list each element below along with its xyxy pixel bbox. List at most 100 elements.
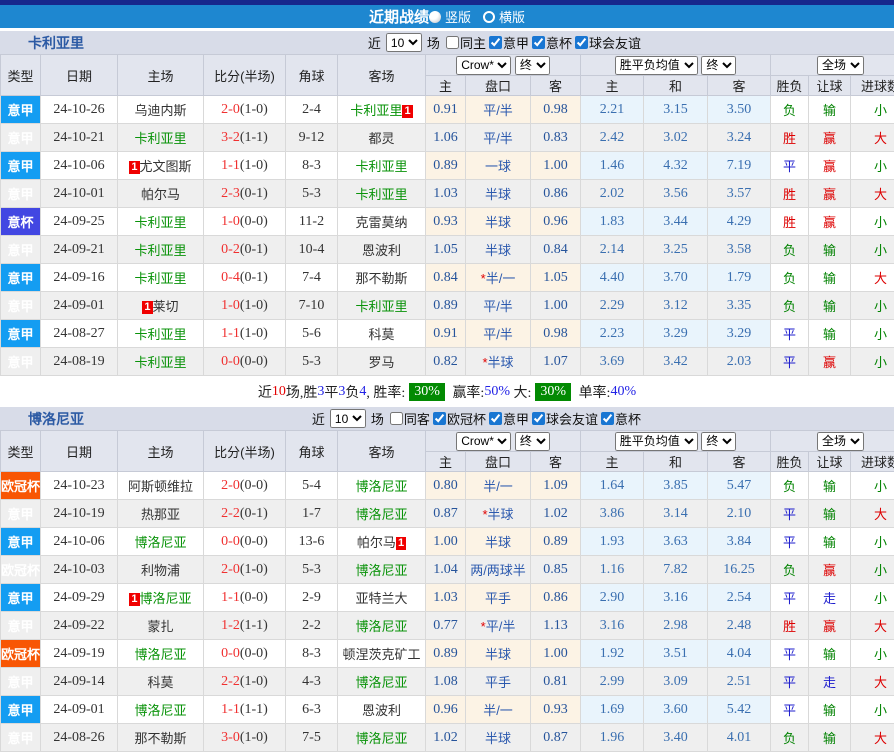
handicap-value: 平/半 <box>466 124 531 152</box>
team-text: 乌迪内斯 <box>134 103 186 118</box>
handicap-text: 半球 <box>485 243 511 258</box>
league-checkbox[interactable] <box>489 412 502 425</box>
avg-home-value: 2.99 <box>581 668 644 696</box>
red-card-badge: 1 <box>402 105 412 118</box>
same-venue-checkbox[interactable] <box>446 36 459 49</box>
match-date: 24-08-27 <box>41 320 118 348</box>
avg-away-value: 5.47 <box>708 472 771 500</box>
result-handicap: 输 <box>809 236 851 264</box>
result-handicap: 输 <box>809 696 851 724</box>
handicap-text: 平/半 <box>483 327 513 342</box>
subcol-odds-away: 客 <box>531 76 581 96</box>
same-venue-checkbox[interactable] <box>390 412 403 425</box>
col-header-score: 比分(半场) <box>204 431 286 472</box>
layout-radio-vertical[interactable] <box>429 11 441 23</box>
home-team: 卡利亚里 <box>118 236 204 264</box>
odds-home-value: 0.82 <box>426 348 466 376</box>
half-time-score: (0-0) <box>240 590 268 605</box>
team-text: 克雷莫纳 <box>355 215 407 230</box>
away-team: 卡利亚里 <box>338 180 426 208</box>
team-text: 阿斯顿维拉 <box>128 479 193 494</box>
odds-provider-select[interactable]: Crow* <box>456 432 511 451</box>
away-team: 恩波利 <box>338 696 426 724</box>
half-time-score: (1-1) <box>240 702 268 717</box>
league-checkbox[interactable] <box>532 36 545 49</box>
avg-stage-select[interactable]: 终 <box>701 432 736 451</box>
results-table-bologna: 类型 日期 主场 比分(半场) 角球 客场 Crow* 终 胜平负均值 终 全场… <box>0 430 894 752</box>
result-goals: 小 <box>851 640 894 668</box>
subcol-avg-home: 主 <box>581 76 644 96</box>
recent-count-select[interactable]: 10 <box>386 33 422 52</box>
corners-value: 11-2 <box>286 208 338 236</box>
summary-segment: 30% <box>409 383 445 401</box>
avg-draw-value: 3.60 <box>644 696 708 724</box>
scope-select[interactable]: 全场 <box>817 56 864 75</box>
odds-provider-select[interactable]: Crow* <box>456 56 511 75</box>
result-wdl: 胜 <box>771 124 809 152</box>
handicap-text: 一球 <box>485 159 511 174</box>
league-checkbox[interactable] <box>575 36 588 49</box>
league-label: 欧冠杯 <box>447 409 486 428</box>
corners-value: 1-7 <box>286 500 338 528</box>
result-goals: 小 <box>851 236 894 264</box>
match-row: 意甲24-09-291博洛尼亚1-1(0-0)2-9亚特兰大1.03平手0.86… <box>1 584 894 612</box>
result-goals: 小 <box>851 96 894 124</box>
handicap-text: 半球 <box>485 215 511 230</box>
odds-home-value: 1.03 <box>426 584 466 612</box>
handicap-text: 半球 <box>485 187 511 202</box>
odds-away-value: 1.02 <box>531 500 581 528</box>
result-handicap: 输 <box>809 292 851 320</box>
corners-value: 7-5 <box>286 724 338 752</box>
odds-away-value: 0.83 <box>531 124 581 152</box>
away-team: 顿涅茨克矿工 <box>338 640 426 668</box>
match-type: 意甲 <box>1 612 41 640</box>
handicap-text: 半/一 <box>486 271 516 286</box>
match-type: 意甲 <box>1 180 41 208</box>
corners-value: 5-3 <box>286 180 338 208</box>
league-checkbox[interactable] <box>433 412 446 425</box>
odds-stage-select[interactable]: 终 <box>515 432 550 451</box>
games-label: 场 <box>427 33 440 52</box>
layout-radio-horizontal[interactable] <box>483 11 495 23</box>
home-team: 博洛尼亚 <box>118 640 204 668</box>
summary-segment: 近 <box>258 382 272 402</box>
odds-home-value: 1.08 <box>426 668 466 696</box>
result-handicap: 输 <box>809 500 851 528</box>
avg-type-select[interactable]: 胜平负均值 <box>615 432 698 451</box>
match-type: 意甲 <box>1 264 41 292</box>
avg-home-value: 2.14 <box>581 236 644 264</box>
match-score: 2-0(0-0) <box>204 472 286 500</box>
handicap-text: 半/一 <box>483 703 513 718</box>
league-checkbox[interactable] <box>601 412 614 425</box>
league-option: 球会友谊 <box>532 409 598 428</box>
odds-home-value: 0.89 <box>426 640 466 668</box>
scope-select[interactable]: 全场 <box>817 432 864 451</box>
league-checkbox[interactable] <box>532 412 545 425</box>
avg-type-select[interactable]: 胜平负均值 <box>615 56 698 75</box>
avg-home-value: 1.92 <box>581 640 644 668</box>
match-row: 意甲24-08-26那不勒斯3-0(1-0)7-5博洛尼亚1.02半球0.871… <box>1 724 894 752</box>
match-type: 意甲 <box>1 96 41 124</box>
red-card-badge: 1 <box>142 301 152 314</box>
recent-count-select[interactable]: 10 <box>330 409 366 428</box>
odds-away-value: 1.07 <box>531 348 581 376</box>
avg-home-value: 2.02 <box>581 180 644 208</box>
avg-home-value: 4.40 <box>581 264 644 292</box>
odds-away-value: 1.09 <box>531 472 581 500</box>
result-handicap: 赢 <box>809 124 851 152</box>
home-team: 卡利亚里 <box>118 320 204 348</box>
subcol-avg-draw: 和 <box>644 452 708 472</box>
home-team: 博洛尼亚 <box>118 528 204 556</box>
filters-bar: 近 10 场 同主 意甲意杯球会友谊 <box>365 33 641 52</box>
match-date: 24-10-26 <box>41 96 118 124</box>
league-checkbox[interactable] <box>489 36 502 49</box>
odds-group-header: Crow* 终 <box>426 55 581 76</box>
odds-away-value: 1.00 <box>531 152 581 180</box>
result-goals: 小 <box>851 528 894 556</box>
col-header-corners: 角球 <box>286 431 338 472</box>
col-header-score: 比分(半场) <box>204 55 286 96</box>
avg-stage-select[interactable]: 终 <box>701 56 736 75</box>
col-header-date: 日期 <box>41 431 118 472</box>
league-option: 欧冠杯 <box>433 409 486 428</box>
odds-stage-select[interactable]: 终 <box>515 56 550 75</box>
